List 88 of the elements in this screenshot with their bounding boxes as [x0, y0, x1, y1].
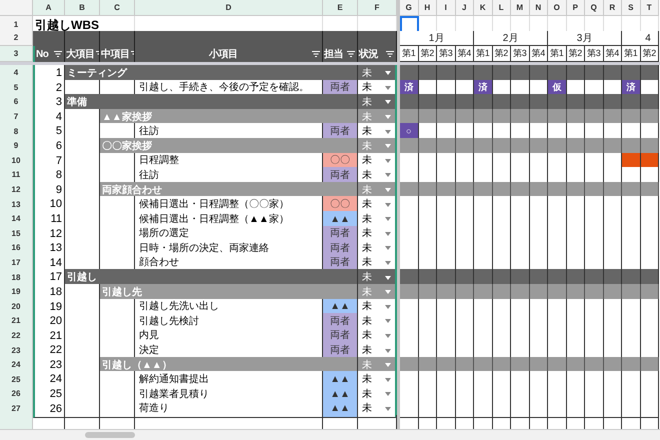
column-letter[interactable]: M [511, 0, 530, 16]
dropdown-arrow-icon[interactable] [385, 188, 391, 192]
week-header: 第1 [548, 46, 566, 62]
dropdown-arrow-icon[interactable] [385, 100, 391, 104]
filter-icon[interactable] [386, 51, 394, 57]
column-letter[interactable]: J [456, 0, 474, 16]
gantt-cell [585, 400, 604, 418]
table-cell: 26 [33, 400, 65, 418]
week-header: 第2 [492, 46, 511, 62]
week-header: 第2 [640, 46, 659, 62]
column-letter[interactable]: A [33, 0, 65, 16]
dropdown-arrow-icon[interactable] [385, 115, 391, 120]
row-number[interactable]: 3 [0, 46, 33, 62]
column-letter[interactable]: F [358, 0, 397, 16]
column-letter[interactable]: B [65, 0, 100, 16]
filter-icon[interactable] [54, 51, 62, 57]
month-header: 3月 [548, 31, 622, 46]
column-header-label: No [35, 48, 48, 62]
gantt-cell [622, 400, 640, 418]
scrollbar-thumb[interactable] [85, 432, 135, 438]
week-header: 第1 [622, 46, 640, 62]
dropdown-arrow-icon[interactable] [385, 246, 391, 250]
dropdown-arrow-icon[interactable] [385, 348, 391, 353]
dropdown-arrow-icon[interactable] [385, 319, 391, 324]
gantt-cell [474, 400, 492, 418]
column-letter[interactable]: L [492, 0, 511, 16]
table-cell: 荷造り [135, 400, 323, 418]
week-header: 第4 [530, 46, 548, 62]
dropdown-arrow-icon[interactable] [385, 334, 391, 338]
column-header-label: 状況 [358, 48, 378, 62]
status-dropdown[interactable]: 未 [358, 400, 397, 418]
row-number[interactable]: 2 [0, 31, 33, 46]
week-header: 第1 [400, 46, 418, 62]
week-header: 第4 [604, 46, 622, 62]
week-header: 第3 [585, 46, 604, 62]
dropdown-arrow-icon[interactable] [385, 260, 391, 265]
filter-icon[interactable] [312, 51, 320, 57]
column-letter[interactable]: E [323, 0, 358, 16]
week-header: 第2 [418, 46, 437, 62]
week-header: 第3 [511, 46, 530, 62]
dropdown-arrow-icon[interactable] [385, 158, 391, 163]
week-header: 第2 [566, 46, 585, 62]
column-letter[interactable]: D [135, 0, 323, 16]
column-letter[interactable]: S [622, 0, 640, 16]
column-letter[interactable]: C [100, 0, 135, 16]
dropdown-arrow-icon[interactable] [385, 202, 391, 207]
dropdown-arrow-icon[interactable] [385, 173, 391, 178]
gantt-cell [548, 400, 566, 418]
dropdown-arrow-icon[interactable] [385, 217, 391, 222]
column-letter[interactable]: K [474, 0, 492, 16]
dropdown-arrow-icon[interactable] [385, 378, 391, 382]
dropdown-arrow-icon[interactable] [385, 71, 391, 76]
month-header: 2月 [474, 31, 548, 46]
horizontal-scrollbar[interactable] [0, 429, 660, 440]
column-letter[interactable]: H [418, 0, 437, 16]
dropdown-arrow-icon[interactable] [385, 232, 391, 236]
gantt-cell [437, 400, 456, 418]
dropdown-arrow-icon[interactable] [385, 392, 391, 396]
column-letter[interactable]: O [548, 0, 566, 16]
filter-icon[interactable] [347, 51, 355, 57]
dropdown-arrow-icon[interactable] [385, 304, 391, 309]
month-header: 1月 [400, 31, 474, 46]
column-header-label: 大項目 [65, 48, 94, 62]
gantt-cell [511, 400, 530, 418]
assignee-tag: ▲▲ [323, 400, 358, 418]
dropdown-arrow-icon[interactable] [385, 406, 391, 411]
column-letter[interactable]: I [437, 0, 456, 16]
week-header: 第3 [437, 46, 456, 62]
column-letter[interactable]: T [640, 0, 659, 16]
dropdown-arrow-icon[interactable] [385, 144, 391, 148]
gantt-cell [400, 400, 418, 418]
week-header: 第4 [456, 46, 474, 62]
column-letter[interactable]: R [604, 0, 622, 16]
week-header: 第1 [474, 46, 492, 62]
column-header-label: 小項目 [208, 48, 238, 62]
column-letter[interactable]: G [400, 0, 418, 16]
column-letter[interactable]: N [530, 0, 548, 16]
dropdown-arrow-icon[interactable] [385, 130, 391, 134]
column-header-label: 中項目 [100, 48, 130, 62]
column-header-label: 担当 [323, 48, 343, 62]
row-number-cell [0, 415, 33, 430]
column-letter[interactable]: P [566, 0, 585, 16]
column-letter[interactable]: Q [585, 0, 604, 16]
dropdown-arrow-icon[interactable] [385, 86, 391, 90]
month-header: 4 [622, 31, 659, 46]
dropdown-arrow-icon[interactable] [385, 276, 391, 280]
dropdown-arrow-icon[interactable] [385, 363, 391, 368]
dropdown-arrow-icon[interactable] [385, 290, 391, 294]
